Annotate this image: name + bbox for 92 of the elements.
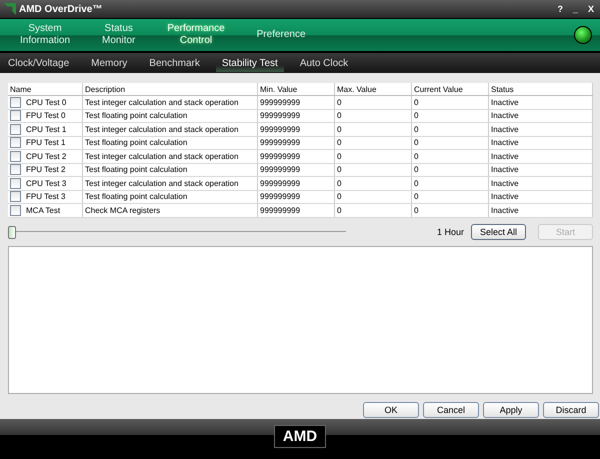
table-cell: Inactive bbox=[488, 204, 592, 217]
checkbox[interactable] bbox=[10, 178, 21, 189]
action-button[interactable]: Select All bbox=[471, 224, 526, 240]
table-cell: 0 bbox=[334, 204, 412, 217]
table-cell: Inactive bbox=[488, 150, 592, 163]
table-cell: FPU Test 2 bbox=[26, 165, 66, 174]
sub-tab[interactable]: Benchmark bbox=[143, 54, 206, 72]
table-cell: Inactive bbox=[488, 96, 592, 109]
dialog-button[interactable]: Cancel bbox=[423, 402, 479, 418]
column-header[interactable]: Max. Value bbox=[334, 83, 412, 96]
table-cell: 0 bbox=[412, 176, 488, 190]
table-cell: Inactive bbox=[488, 109, 592, 122]
table-cell: 0 bbox=[412, 122, 488, 136]
table-cell: 999999999 bbox=[258, 204, 334, 217]
table-cell: 0 bbox=[334, 176, 412, 190]
duration-label: 1 Hour bbox=[436, 226, 464, 236]
table-cell: 0 bbox=[334, 190, 412, 204]
window-control-button[interactable]: _ bbox=[570, 4, 580, 14]
dialog-button[interactable]: Apply bbox=[483, 402, 539, 418]
status-led-icon bbox=[574, 26, 592, 44]
sub-tab[interactable]: Memory bbox=[85, 54, 134, 72]
table-cell: Test integer calculation and stack operation bbox=[82, 150, 258, 163]
table-cell: 0 bbox=[412, 190, 488, 204]
table-cell: FPU Test 0 bbox=[26, 111, 66, 120]
window-control-button[interactable]: ? bbox=[555, 4, 565, 14]
table-cell: 0 bbox=[334, 109, 412, 122]
table-cell: FPU Test 1 bbox=[26, 138, 66, 148]
table-cell: Inactive bbox=[488, 136, 592, 150]
table-cell: CPU Test 0 bbox=[26, 98, 66, 107]
table-cell: 999999999 bbox=[258, 136, 334, 150]
table-cell: CPU Test 1 bbox=[26, 124, 66, 134]
nav-tab[interactable]: Status Monitor bbox=[94, 23, 144, 47]
table-cell: 999999999 bbox=[258, 163, 334, 176]
table-cell: Inactive bbox=[488, 163, 592, 176]
table-cell: Inactive bbox=[488, 176, 592, 190]
table-cell: Inactive bbox=[488, 122, 592, 136]
window-control-button[interactable]: X bbox=[586, 4, 596, 14]
dialog-button[interactable]: Discard bbox=[543, 402, 599, 418]
table-cell: Test floating point calculation bbox=[82, 109, 258, 122]
table-cell: 0 bbox=[412, 163, 488, 176]
amd-logo: AMD bbox=[274, 425, 326, 448]
table-cell: 0 bbox=[412, 96, 488, 109]
table-cell: FPU Test 3 bbox=[26, 192, 66, 202]
table-cell: 999999999 bbox=[258, 150, 334, 163]
window-title: AMD OverDrive™ bbox=[19, 4, 102, 14]
slider-thumb[interactable] bbox=[8, 226, 16, 238]
column-header[interactable]: Current Value bbox=[412, 83, 488, 96]
table-cell: Test floating point calculation bbox=[82, 190, 258, 204]
table-cell: 999999999 bbox=[258, 109, 334, 122]
checkbox[interactable] bbox=[10, 164, 21, 176]
column-header[interactable]: Min. Value bbox=[258, 83, 334, 96]
table-cell: 0 bbox=[334, 96, 412, 109]
table-cell: 0 bbox=[412, 204, 488, 217]
table-cell: 0 bbox=[334, 122, 412, 136]
table-cell: 999999999 bbox=[258, 96, 334, 109]
nav-tab[interactable]: Performance Control bbox=[159, 23, 233, 47]
table-cell: Test floating point calculation bbox=[82, 163, 258, 176]
checkbox[interactable] bbox=[10, 110, 21, 122]
table-cell: 0 bbox=[412, 136, 488, 150]
table-cell: CPU Test 3 bbox=[26, 178, 66, 188]
nav-tab[interactable]: Preference bbox=[248, 23, 314, 47]
table-cell: Inactive bbox=[488, 190, 592, 204]
column-header[interactable]: Description bbox=[82, 83, 258, 96]
table-cell: Test integer calculation and stack operation bbox=[82, 176, 258, 190]
table-cell: 0 bbox=[334, 163, 412, 176]
checkbox[interactable] bbox=[10, 191, 21, 202]
checkbox[interactable] bbox=[10, 137, 21, 148]
table-cell: 999999999 bbox=[258, 176, 334, 190]
duration-slider[interactable] bbox=[8, 224, 346, 238]
table-cell: 999999999 bbox=[258, 122, 334, 136]
table-cell: Test integer calculation and stack operation bbox=[82, 96, 258, 109]
app-logo-icon bbox=[4, 3, 16, 15]
column-header[interactable]: Name bbox=[8, 83, 82, 96]
table-cell: Test floating point calculation bbox=[82, 136, 258, 150]
sub-tab[interactable]: Clock/Voltage bbox=[2, 54, 76, 72]
table-cell: 0 bbox=[412, 109, 488, 122]
table-cell: 999999999 bbox=[258, 190, 334, 204]
table-cell: CPU Test 2 bbox=[26, 152, 66, 161]
table-cell: 0 bbox=[412, 150, 488, 163]
checkbox[interactable] bbox=[10, 150, 21, 162]
table-cell: MCA Test bbox=[26, 206, 60, 215]
table-cell: 0 bbox=[334, 150, 412, 163]
dialog-button[interactable]: OK bbox=[363, 402, 419, 418]
nav-tab[interactable]: System Information bbox=[12, 23, 78, 47]
table-cell: 0 bbox=[334, 136, 412, 150]
checkbox[interactable] bbox=[10, 124, 21, 135]
sub-tab[interactable]: Auto Clock bbox=[294, 54, 354, 72]
checkbox[interactable] bbox=[10, 96, 21, 108]
table-cell: Test integer calculation and stack operation bbox=[82, 122, 258, 136]
column-header[interactable]: Status bbox=[488, 83, 592, 96]
table-cell: Check MCA registers bbox=[82, 204, 258, 217]
checkbox[interactable] bbox=[10, 204, 21, 216]
